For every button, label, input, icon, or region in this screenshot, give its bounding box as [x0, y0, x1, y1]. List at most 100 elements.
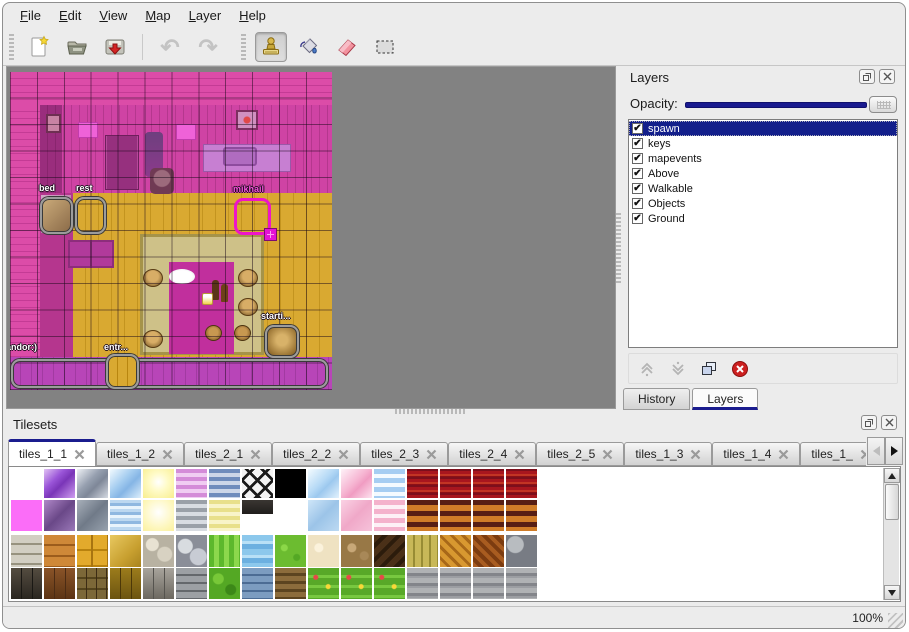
tab-close-icon[interactable] [602, 449, 613, 460]
tile-gold-tile[interactable] [77, 535, 108, 567]
tileset-tab-tiles_2_3[interactable]: tiles_2_3 [360, 442, 448, 466]
tile-dirt-rows[interactable] [275, 568, 306, 599]
resize-grip[interactable] [888, 613, 903, 628]
tileset-tab-tiles_1_[interactable]: tiles_1_ [800, 442, 866, 466]
new-file-button[interactable] [23, 32, 55, 62]
tile-wall-red-4[interactable] [506, 469, 537, 498]
layer-visibility-checkbox[interactable]: ✔ [632, 153, 643, 164]
tile-stripes-yellow[interactable] [209, 500, 240, 531]
tile-glass-grey[interactable] [77, 469, 108, 498]
tileset-tab-tiles_1_4[interactable]: tiles_1_4 [712, 442, 800, 466]
tile-hedge[interactable] [209, 568, 240, 599]
layer-visibility-checkbox[interactable]: ✔ [632, 213, 643, 224]
tile-stripes-purple[interactable] [176, 469, 207, 498]
tile-solid-pink[interactable] [11, 500, 42, 531]
tile-grass-stripes[interactable] [209, 535, 240, 567]
tile-pebbles[interactable] [143, 535, 174, 567]
map-object-rest[interactable] [75, 197, 106, 234]
tile-empty-white[interactable] [11, 469, 42, 498]
tile-shelf-dark[interactable] [242, 500, 273, 514]
menu-edit[interactable]: Edit [50, 3, 90, 26]
layer-visibility-checkbox[interactable]: ✔ [632, 123, 643, 134]
layer-visibility-checkbox[interactable]: ✔ [632, 183, 643, 194]
tile-wall-red-1[interactable] [407, 469, 438, 498]
tile-curtain-pink[interactable] [374, 500, 405, 531]
map-canvas[interactable]: bedrestmikhailstarti...andor:)entr... [10, 72, 332, 390]
stamp-brush-button[interactable] [255, 32, 287, 62]
tile-grey-planks-3[interactable] [473, 568, 504, 599]
tile-dirt-path[interactable] [341, 535, 372, 567]
tilesets-close-button[interactable] [881, 415, 897, 430]
duplicate-layer-button[interactable] [695, 356, 723, 382]
tile-glass-blue[interactable] [110, 469, 141, 498]
redo-button[interactable]: ↷ [192, 32, 224, 62]
tab-close-icon[interactable] [778, 449, 789, 460]
tile-grey-planks-2[interactable] [440, 568, 471, 599]
tile-brown-wall[interactable] [44, 568, 75, 599]
tilesets-float-button[interactable] [861, 415, 877, 430]
tileset-tab-tiles_2_4[interactable]: tiles_2_4 [448, 442, 536, 466]
layer-visibility-checkbox[interactable]: ✔ [632, 198, 643, 209]
layer-visibility-checkbox[interactable]: ✔ [632, 138, 643, 149]
tab-close-icon[interactable] [74, 449, 85, 460]
tile-orange-stone[interactable] [44, 535, 75, 567]
tab-close-icon[interactable] [162, 449, 173, 460]
map-object-entrance[interactable] [106, 354, 139, 389]
tile-water[interactable] [242, 535, 273, 567]
open-file-button[interactable] [61, 32, 93, 62]
tile-grass-flowers-3[interactable] [374, 568, 405, 599]
tile-wall-orange-3[interactable] [473, 500, 504, 531]
dock-tab-history[interactable]: History [623, 388, 690, 410]
undo-button[interactable]: ↶ [154, 32, 186, 62]
scroll-up-button[interactable] [884, 468, 900, 483]
tile-goldstone-wall[interactable] [110, 568, 141, 599]
tile-water-light[interactable] [110, 500, 141, 531]
eraser-button[interactable] [331, 32, 363, 62]
map-object-start[interactable] [265, 325, 299, 358]
layer-row-above[interactable]: ✔Above [629, 166, 897, 181]
tileset-tab-tiles_2_5[interactable]: tiles_2_5 [536, 442, 624, 466]
layer-row-ground[interactable]: ✔Ground [629, 211, 897, 226]
tab-close-icon[interactable] [690, 449, 701, 460]
tile-grey-brick[interactable] [176, 568, 207, 599]
tab-close-icon[interactable] [514, 449, 525, 460]
map-view[interactable]: bedrestmikhailstarti...andor:)entr... [6, 66, 616, 409]
delete-layer-button[interactable] [726, 356, 754, 382]
tile-glass-grey-dark[interactable] [77, 500, 108, 531]
tile-glass-lightblue-2[interactable] [308, 500, 339, 531]
tile-glass-purple[interactable] [44, 469, 75, 498]
bucket-fill-button[interactable] [293, 32, 325, 62]
map-object-bed[interactable] [40, 197, 73, 234]
tile-stripes-blue[interactable] [209, 469, 240, 498]
layer-row-objects[interactable]: ✔Objects [629, 196, 897, 211]
scrollbar-thumb[interactable] [885, 484, 899, 520]
tileset-tab-tiles_2_1[interactable]: tiles_2_1 [184, 442, 272, 466]
tab-scroll-left-button[interactable] [867, 437, 885, 465]
tile-grey-planks-1[interactable] [407, 568, 438, 599]
tile-stone-logs[interactable] [506, 535, 537, 567]
tile-glass-pink[interactable] [341, 469, 372, 498]
tileset-tab-tiles_2_2[interactable]: tiles_2_2 [272, 442, 360, 466]
tab-close-icon[interactable] [250, 449, 261, 460]
dock-tab-layers[interactable]: Layers [692, 388, 758, 410]
lower-layer-button[interactable] [664, 356, 692, 382]
tile-wall-orange-1[interactable] [407, 500, 438, 531]
tile-lattice-black[interactable] [242, 469, 273, 498]
tile-cracked-stone[interactable] [110, 535, 141, 567]
tile-glass-pink-2[interactable] [341, 500, 372, 531]
tile-wall-red-2[interactable] [440, 469, 471, 498]
tile-dark-wall[interactable] [11, 568, 42, 599]
menu-map[interactable]: Map [136, 3, 179, 26]
layers-float-button[interactable] [859, 69, 875, 84]
tile-wall-orange-4[interactable] [506, 500, 537, 531]
tile-brownstone-wall[interactable] [77, 568, 108, 599]
layer-row-walkable[interactable]: ✔Walkable [629, 181, 897, 196]
menu-help[interactable]: Help [230, 3, 275, 26]
tileset-tab-tiles_1_2[interactable]: tiles_1_2 [96, 442, 184, 466]
tab-close-icon[interactable] [860, 449, 866, 460]
tile-herringbone[interactable] [473, 535, 504, 567]
tab-scroll-right-button[interactable] [885, 437, 903, 465]
tile-grass-flowers-2[interactable] [341, 568, 372, 599]
tab-close-icon[interactable] [338, 449, 349, 460]
toolbar-grip[interactable] [9, 34, 14, 60]
